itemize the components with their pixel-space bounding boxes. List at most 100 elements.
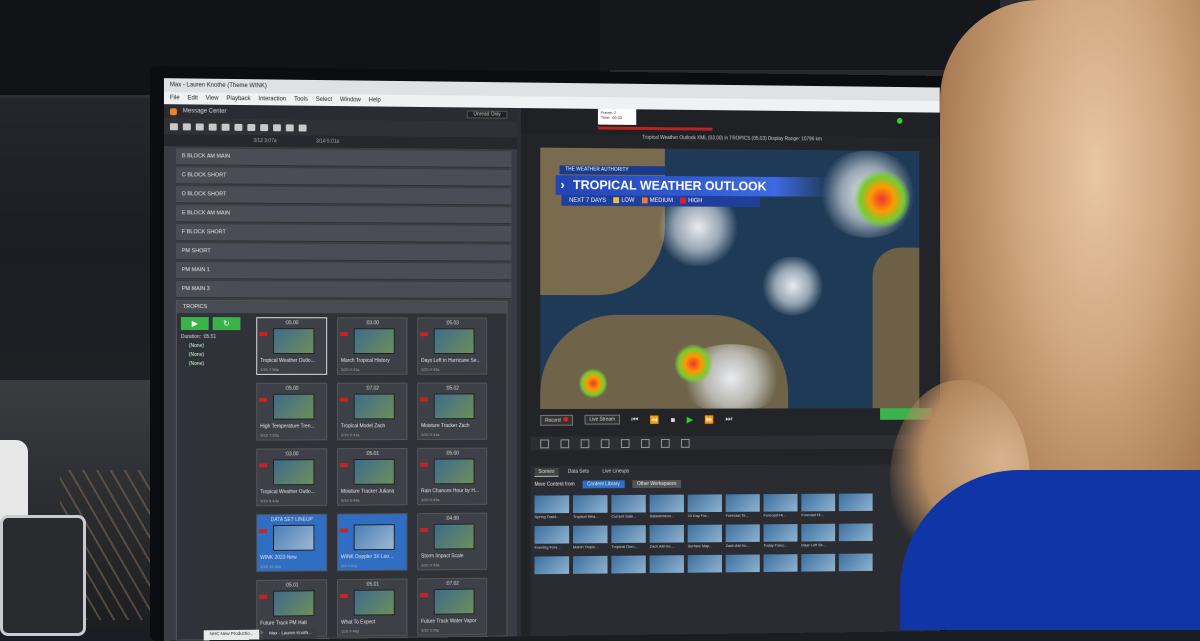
text-icon[interactable] — [621, 439, 630, 448]
block-row[interactable]: F BLOCK SHORT — [176, 224, 511, 243]
scene-card[interactable]: :03.00March Tropical History3/20 9:41a — [337, 317, 407, 375]
scene-thumbnail[interactable]: Spring Traini... — [534, 495, 569, 523]
menu-window[interactable]: Window — [340, 97, 361, 103]
unread-filter-select[interactable]: Unread Only — [467, 110, 508, 118]
scene-card[interactable]: WINK Doppler 3X Loo...3/4 2:01p — [337, 513, 407, 571]
eraser-icon[interactable] — [641, 439, 650, 448]
scene-thumbnail[interactable]: Surface Map... — [688, 525, 722, 553]
scene-thumbnail[interactable] — [611, 556, 645, 584]
loop-button[interactable]: ↻ — [213, 317, 241, 330]
scene-thumbnail[interactable]: March Tropic... — [573, 525, 608, 553]
pan-icon[interactable] — [681, 438, 690, 447]
zoom-icon[interactable] — [661, 439, 670, 448]
block-row[interactable]: PM MAIN 1 — [176, 262, 511, 280]
scene-thumbnail[interactable]: Days Left Se... — [801, 524, 835, 551]
block-row[interactable]: C BLOCK SHORT — [176, 167, 511, 186]
pen-icon[interactable] — [560, 439, 569, 448]
timeline-range[interactable] — [598, 127, 712, 131]
scene-card[interactable]: :04.99Storm Impact Scale3/20 9:45a — [417, 513, 487, 571]
arrow-icon[interactable] — [581, 439, 590, 448]
timeline[interactable]: Frame: 2 Time: :00.03 — [521, 108, 940, 138]
grid-view-icon[interactable] — [286, 124, 294, 131]
other-workspaces-button[interactable]: Other Workspaces — [632, 480, 681, 488]
tropical-weather-map[interactable]: THE WEATHER AUTHORITY TROPICAL WEATHER O… — [540, 148, 919, 409]
content-library-button[interactable]: Content Library — [582, 480, 624, 488]
scene-thumbnail[interactable] — [801, 554, 835, 582]
menu-view[interactable]: View — [206, 96, 219, 102]
record-button[interactable]: Record — [540, 414, 573, 425]
tab-scenes[interactable]: Scenes — [534, 467, 558, 476]
play-button[interactable]: ▶ — [181, 317, 209, 330]
none-item[interactable]: (None) — [181, 352, 244, 358]
step-forward-icon[interactable]: ⏩ — [705, 415, 714, 424]
block-row[interactable]: B BLOCK AM MAIN — [176, 148, 511, 168]
redo-icon[interactable] — [273, 124, 281, 131]
scene-thumbnail[interactable] — [688, 555, 722, 583]
delete-icon[interactable] — [234, 123, 242, 130]
scene-card[interactable]: DATA SET LINEUPWINK 2023 New3/24 11:18a — [256, 514, 327, 572]
scene-card[interactable]: :05.01Moisture Tracker Juliana3/19 9:44a — [337, 448, 407, 506]
scene-thumbnail[interactable]: Forecast Te... — [726, 494, 760, 522]
tab-data-sets[interactable]: Data Sets — [564, 468, 593, 476]
scene-thumbnail[interactable]: Zach AM Ho... — [650, 525, 684, 553]
scene-thumbnail[interactable] — [839, 553, 873, 580]
list-view-icon[interactable] — [299, 124, 307, 131]
scene-thumbnail[interactable] — [839, 523, 873, 550]
undo-icon[interactable] — [260, 124, 268, 131]
menu-file[interactable]: File — [170, 95, 180, 101]
copy-icon[interactable] — [196, 123, 204, 130]
step-back-icon[interactable]: ⏪ — [650, 415, 660, 424]
tropics-header[interactable]: TROPICS — [177, 301, 507, 314]
menu-edit[interactable]: Edit — [188, 95, 198, 101]
scene-thumbnail[interactable]: Tropical Wea... — [573, 495, 608, 523]
none-item[interactable]: (None) — [181, 361, 244, 367]
menu-interaction[interactable]: Interaction — [258, 96, 286, 102]
scene-thumbnail[interactable] — [839, 493, 873, 520]
taskbar-item[interactable]: NHC New Productio... — [204, 630, 259, 641]
none-item[interactable]: (None) — [181, 343, 244, 349]
scene-thumbnail[interactable] — [573, 556, 608, 584]
menu-select[interactable]: Select — [316, 97, 332, 103]
scene-thumbnail[interactable]: Today Forec... — [764, 524, 798, 552]
scene-card[interactable]: :03.00Tropical Weather Outlo...3/19 6:43… — [256, 448, 327, 506]
pointer-icon[interactable] — [540, 439, 549, 448]
cut-icon[interactable] — [209, 123, 217, 130]
scene-card[interactable]: :07.02Tropical Model Zach3/19 9:41a — [337, 383, 407, 441]
scene-thumbnail[interactable]: Tropical Ouro... — [611, 525, 645, 553]
stop-icon[interactable]: ■ — [671, 415, 676, 424]
scene-thumbnail[interactable]: Satalofoteon... — [650, 495, 684, 523]
scene-card[interactable]: :05.02Moisture Tracker Zach3/20 9:41a — [417, 383, 487, 440]
first-frame-icon[interactable]: ⏮ — [631, 415, 638, 425]
block-row[interactable]: PM MAIN 3 — [176, 281, 511, 299]
tab-live-lineups[interactable]: Live Lineups — [599, 468, 634, 476]
scene-thumbnail[interactable] — [726, 554, 760, 582]
scene-card[interactable]: :05.03Days Left in Hurricane Se...3/20 9… — [417, 317, 487, 374]
new-folder-icon[interactable] — [247, 123, 255, 130]
scene-thumbnail[interactable] — [764, 554, 798, 582]
folder-icon[interactable] — [170, 123, 178, 130]
scene-thumbnail[interactable]: Zach AM Ho... — [726, 524, 760, 552]
block-row[interactable]: D BLOCK SHORT — [176, 186, 511, 205]
save-icon[interactable] — [183, 123, 191, 130]
shape-icon[interactable] — [601, 439, 610, 448]
scene-card[interactable]: :05.00High Temperature Tren...3/18 7:28a — [256, 383, 327, 441]
paste-icon[interactable] — [222, 123, 230, 130]
last-frame-icon[interactable]: ⏭ — [725, 414, 732, 424]
scene-card[interactable]: :05.00Rain Chances Hour by H...3/20 9:45… — [417, 448, 487, 506]
menu-help[interactable]: Help — [369, 97, 381, 103]
scene-thumbnail[interactable]: Forecast Hi... — [801, 494, 835, 521]
scene-thumbnail[interactable] — [650, 555, 684, 583]
menu-tools[interactable]: Tools — [294, 97, 308, 103]
menu-playback[interactable]: Playback — [226, 96, 250, 102]
taskbar-item[interactable]: Max - Lauren Knoth... — [263, 629, 317, 640]
block-row[interactable]: PM SHORT — [176, 243, 511, 261]
scene-card[interactable]: :05.00Tropical Weather Outlo...3/20 7:56… — [256, 317, 327, 375]
play-icon[interactable]: ▶ — [687, 414, 694, 425]
scene-thumbnail[interactable]: 10 Day For... — [688, 494, 722, 522]
scene-thumbnail[interactable] — [534, 556, 569, 584]
scene-thumbnail[interactable]: Forecast Hi... — [764, 494, 798, 521]
live-stream-button[interactable]: Live Stream — [585, 415, 620, 425]
scene-thumbnail[interactable]: Current Sate... — [611, 495, 645, 523]
scene-thumbnail[interactable]: Evening Fore... — [534, 526, 569, 554]
block-row[interactable]: E BLOCK AM MAIN — [176, 205, 511, 224]
